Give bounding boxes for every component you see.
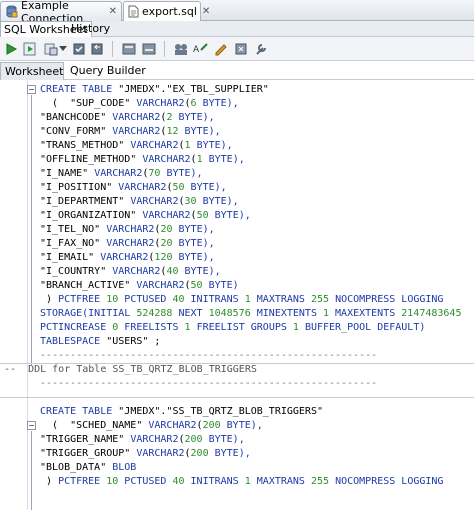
rollback-icon[interactable] — [88, 40, 106, 58]
code-line: "I_ORGANIZATION" VARCHAR2(50 BYTE), — [40, 210, 251, 221]
code-area[interactable]: CREATE TABLE "JMEDX"."EX_TBL_SUPPLIER" (… — [4, 83, 474, 489]
sql-file-icon — [128, 5, 139, 18]
code-line: "I_POSITION" VARCHAR2(50 BYTE), — [40, 182, 227, 193]
code-line: "I_FAX_NO" VARCHAR2(20 BYTE), — [40, 238, 215, 249]
sql-editor[interactable]: − − CREATE TABLE "JMEDX"."EX_TBL_SUPPLIE… — [0, 80, 474, 510]
sql-tuning-icon[interactable] — [252, 40, 270, 58]
editor-tab-bar: Example Connection ✕ export.sql ✕ — [0, 0, 474, 25]
code-line: "CONV_FORM" VARCHAR2(12 BYTE), — [40, 126, 221, 137]
code-line: "BRANCH_ACTIVE" VARCHAR2(50 BYTE) — [40, 280, 239, 291]
uppercase-icon[interactable] — [212, 40, 230, 58]
toolbar-separator — [112, 41, 113, 57]
code-line: "BLOB_DATA" BLOB — [40, 462, 137, 473]
tab-query-builder[interactable]: Query Builder — [66, 62, 150, 80]
dropdown-arrow-icon[interactable] — [58, 40, 68, 58]
code-line: "I_EMAIL" VARCHAR2(120 BYTE), — [40, 252, 215, 263]
worksheet-subtab-bar: SQL Worksheet History — [0, 21, 474, 37]
fold-range-line — [31, 431, 32, 510]
tab-export-sql[interactable]: export.sql ✕ — [123, 1, 210, 21]
code-line: "I_COUNTRY" VARCHAR2(40 BYTE), — [40, 266, 221, 277]
code-line: "TRANS_METHOD" VARCHAR2(1 BYTE), — [40, 140, 233, 151]
clear-icon[interactable] — [232, 40, 250, 58]
code-line: "I_TEL_NO" VARCHAR2(20 BYTE), — [40, 224, 215, 235]
commit-icon[interactable] — [70, 40, 88, 58]
section-divider — [0, 363, 474, 364]
tab-example-connection[interactable]: Example Connection ✕ — [0, 0, 122, 25]
code-line: STORAGE(INITIAL 524288 NEXT 1048576 MINE… — [40, 308, 462, 319]
code-line: ) PCTFREE 10 PCTUSED 40 INITRANS 1 MAXTR… — [40, 476, 444, 487]
format-icon[interactable]: A — [192, 40, 210, 58]
ddl-comment: -- DDL for Table SS_TB_QRTZ_BLOB_TRIGGER… — [4, 364, 257, 375]
run-statement-icon[interactable] — [2, 40, 20, 58]
tab-history[interactable]: History — [68, 21, 113, 37]
database-connection-icon — [5, 5, 18, 18]
comment-separator: ----------------------------------------… — [40, 378, 378, 389]
section-divider — [0, 397, 474, 398]
code-line: PCTINCREASE 0 FREELISTS 1 FREELIST GROUP… — [40, 322, 426, 333]
toolbar-separator — [164, 41, 165, 57]
code-line: "I_NAME" VARCHAR2(70 BYTE), — [40, 168, 203, 179]
worksheet-tab-bar: Worksheet Query Builder — [0, 61, 474, 80]
code-line: TABLESPACE "USERS" ; — [40, 336, 161, 347]
tab-worksheet[interactable]: Worksheet — [0, 62, 64, 80]
history-back-icon[interactable] — [120, 40, 138, 58]
code-line: "I_DEPARTMENT" VARCHAR2(30 BYTE), — [40, 196, 239, 207]
gutter-divider — [27, 80, 28, 510]
code-line: CREATE TABLE "JMEDX"."SS_TB_QRTZ_BLOB_TR… — [40, 406, 323, 417]
tab-label: export.sql — [142, 5, 197, 18]
code-line: "TRIGGER_NAME" VARCHAR2(200 BYTE), — [40, 434, 245, 445]
code-line: ( "SUP_CODE" VARCHAR2(6 BYTE), — [40, 98, 239, 109]
code-line: ( "SCHED_NAME" VARCHAR2(200 BYTE), — [40, 420, 263, 431]
code-line: CREATE TABLE "JMEDX"."EX_TBL_SUPPLIER" — [40, 84, 269, 95]
close-icon[interactable]: ✕ — [109, 6, 117, 17]
code-line: "OFFLINE_METHOD" VARCHAR2(1 BYTE), — [40, 154, 245, 165]
code-line: "BANCHCODE" VARCHAR2(2 BYTE), — [40, 112, 215, 123]
fold-toggle-icon[interactable]: − — [27, 85, 36, 94]
code-line: "TRIGGER_GROUP" VARCHAR2(200 BYTE), — [40, 448, 251, 459]
comment-separator: ----------------------------------------… — [40, 350, 378, 361]
history-forward-icon[interactable] — [140, 40, 158, 58]
svg-text:A: A — [193, 45, 200, 55]
toolbar: A — [0, 37, 474, 61]
close-icon[interactable]: ✕ — [202, 6, 210, 17]
fold-toggle-icon[interactable]: − — [27, 421, 36, 430]
fold-range-line — [31, 95, 32, 365]
code-line: ) PCTFREE 10 PCTUSED 40 INITRANS 1 MAXTR… — [40, 294, 444, 305]
run-script-icon[interactable] — [21, 40, 39, 58]
autotrace-icon[interactable] — [172, 40, 190, 58]
